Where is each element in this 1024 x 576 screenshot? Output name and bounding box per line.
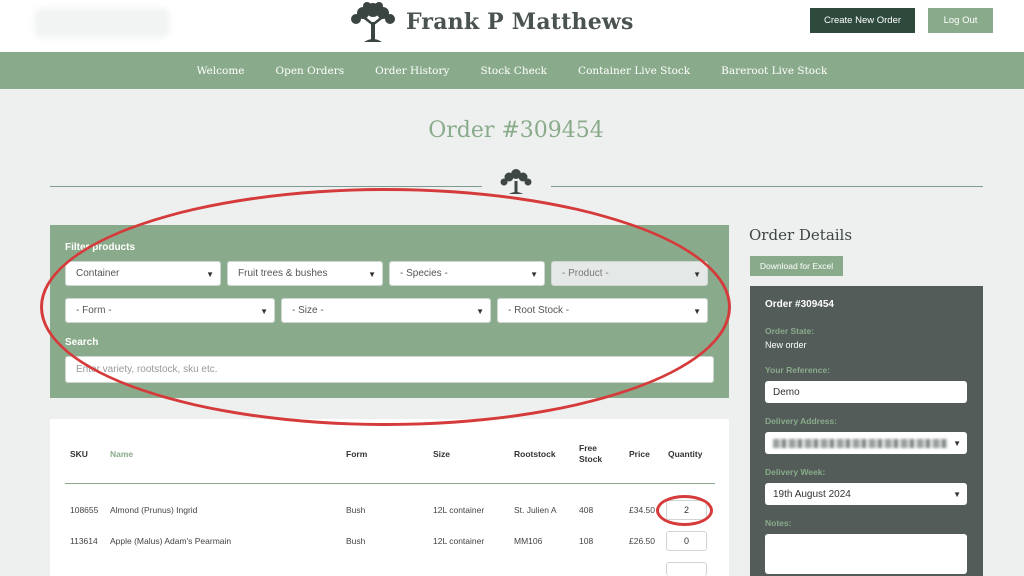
search-label: Search <box>65 337 99 348</box>
blurred-area <box>34 8 170 38</box>
form-select-value: - Form - <box>76 305 112 316</box>
type-select-value: Fruit trees & bushes <box>238 268 328 279</box>
filter-products-label: Filter products <box>65 242 136 253</box>
column-header-quantity[interactable]: Quantity <box>668 449 702 460</box>
nav-open-orders[interactable]: Open Orders <box>276 65 345 77</box>
divider-right <box>551 186 983 187</box>
row-1-free-stock: 408 <box>579 505 594 515</box>
download-excel-button[interactable]: Download for Excel <box>750 256 843 276</box>
nav-container-live-stock[interactable]: Container Live Stock <box>578 65 690 77</box>
product-table: SKU Name Form Size Rootstock Free Stock … <box>50 419 729 576</box>
delivery-week-select[interactable]: 19th August 2024 ▼ <box>765 483 967 505</box>
size-select[interactable]: - Size - ▼ <box>281 298 491 323</box>
main-nav: Welcome Open Orders Order History Stock … <box>0 52 1024 89</box>
species-select-value: - Species - <box>400 268 448 279</box>
filter-panel: Filter products Container ▼ Fruit trees … <box>50 225 729 398</box>
row-2-price: £26.50 <box>629 536 655 546</box>
log-out-button[interactable]: Log Out <box>928 8 993 33</box>
create-new-order-button[interactable]: Create New Order <box>810 8 915 33</box>
divider-left <box>50 186 482 187</box>
order-details-card: Order #309454 Order State: New order You… <box>750 286 983 576</box>
notes-label: Notes: <box>765 518 792 528</box>
root-stock-select[interactable]: - Root Stock - ▼ <box>497 298 708 323</box>
column-header-name[interactable]: Name <box>110 449 133 460</box>
redacted-address <box>773 438 948 448</box>
nav-order-history[interactable]: Order History <box>375 65 449 77</box>
tree-logo-icon <box>351 2 395 42</box>
category-select[interactable]: Container ▼ <box>65 261 221 286</box>
order-state-value: New order <box>765 340 807 350</box>
row-1-price: £34.50 <box>629 505 655 515</box>
delivery-address-select[interactable]: ▼ <box>765 432 967 454</box>
row-1-quantity-input[interactable]: 2 <box>666 500 707 520</box>
form-select[interactable]: - Form - ▼ <box>65 298 275 323</box>
chevron-down-icon: ▼ <box>260 307 268 316</box>
column-header-size[interactable]: Size <box>433 449 450 460</box>
chevron-down-icon: ▼ <box>693 307 701 316</box>
row-1-size: 12L container <box>433 505 485 515</box>
row-1-name[interactable]: Almond (Prunus) Ingrid <box>110 505 197 515</box>
column-header-free-stock[interactable]: Free Stock <box>579 443 613 465</box>
delivery-week-label: Delivery Week: <box>765 467 826 477</box>
column-header-price[interactable]: Price <box>629 449 650 460</box>
row-2-free-stock: 108 <box>579 536 594 546</box>
nav-welcome[interactable]: Welcome <box>197 65 245 77</box>
top-header: Frank P Matthews Create New Order Log Ou… <box>0 0 1024 52</box>
notes-textarea[interactable] <box>765 534 967 574</box>
root-stock-select-value: - Root Stock - <box>508 305 570 316</box>
order-details-heading: Order Details <box>749 226 853 244</box>
product-select-value: - Product - <box>562 268 609 279</box>
page-title: Order #309454 <box>428 118 604 143</box>
chevron-down-icon: ▼ <box>953 439 961 448</box>
product-select: - Product - ▼ <box>551 261 708 286</box>
chevron-down-icon: ▼ <box>206 270 214 279</box>
chevron-down-icon: ▼ <box>953 490 961 499</box>
row-1-rootstock: St. Julien A <box>514 505 557 515</box>
row-2-sku: 113614 <box>70 536 98 546</box>
row-3-quantity-input[interactable] <box>666 562 707 576</box>
reference-value: Demo <box>773 386 800 398</box>
column-header-sku[interactable]: SKU <box>70 449 88 460</box>
order-state-label: Order State: <box>765 326 815 336</box>
row-2-size: 12L container <box>433 536 485 546</box>
order-number: Order #309454 <box>765 299 834 310</box>
brand-name: Frank P Matthews <box>406 9 634 35</box>
size-select-value: - Size - <box>292 305 324 316</box>
nav-bareroot-live-stock[interactable]: Bareroot Live Stock <box>721 65 827 77</box>
reference-label: Your Reference: <box>765 365 831 375</box>
category-select-value: Container <box>76 268 120 279</box>
column-header-rootstock[interactable]: Rootstock <box>514 449 556 460</box>
nav-stock-check[interactable]: Stock Check <box>480 65 547 77</box>
search-placeholder: Enter variety, rootstock, sku etc. <box>76 364 218 375</box>
chevron-down-icon: ▼ <box>476 307 484 316</box>
column-header-form[interactable]: Form <box>346 449 367 460</box>
chevron-down-icon: ▼ <box>368 270 376 279</box>
row-2-quantity-input[interactable]: 0 <box>666 531 707 551</box>
tree-divider-icon <box>500 169 532 194</box>
row-2-name[interactable]: Apple (Malus) Adam's Pearmain <box>110 536 231 546</box>
row-2-rootstock: MM106 <box>514 536 543 546</box>
row-1-form: Bush <box>346 505 366 515</box>
row-1-sku: 108655 <box>70 505 99 515</box>
delivery-address-label: Delivery Address: <box>765 416 837 426</box>
reference-input[interactable]: Demo <box>765 381 967 403</box>
row-2-form: Bush <box>346 536 366 546</box>
species-select[interactable]: - Species - ▼ <box>389 261 545 286</box>
type-select[interactable]: Fruit trees & bushes ▼ <box>227 261 383 286</box>
chevron-down-icon: ▼ <box>530 270 538 279</box>
table-header-rule <box>65 483 715 484</box>
brand-logo[interactable]: Frank P Matthews <box>346 0 634 44</box>
search-input[interactable]: Enter variety, rootstock, sku etc. <box>65 356 714 383</box>
chevron-down-icon: ▼ <box>693 270 701 279</box>
delivery-week-value: 19th August 2024 <box>773 488 851 500</box>
